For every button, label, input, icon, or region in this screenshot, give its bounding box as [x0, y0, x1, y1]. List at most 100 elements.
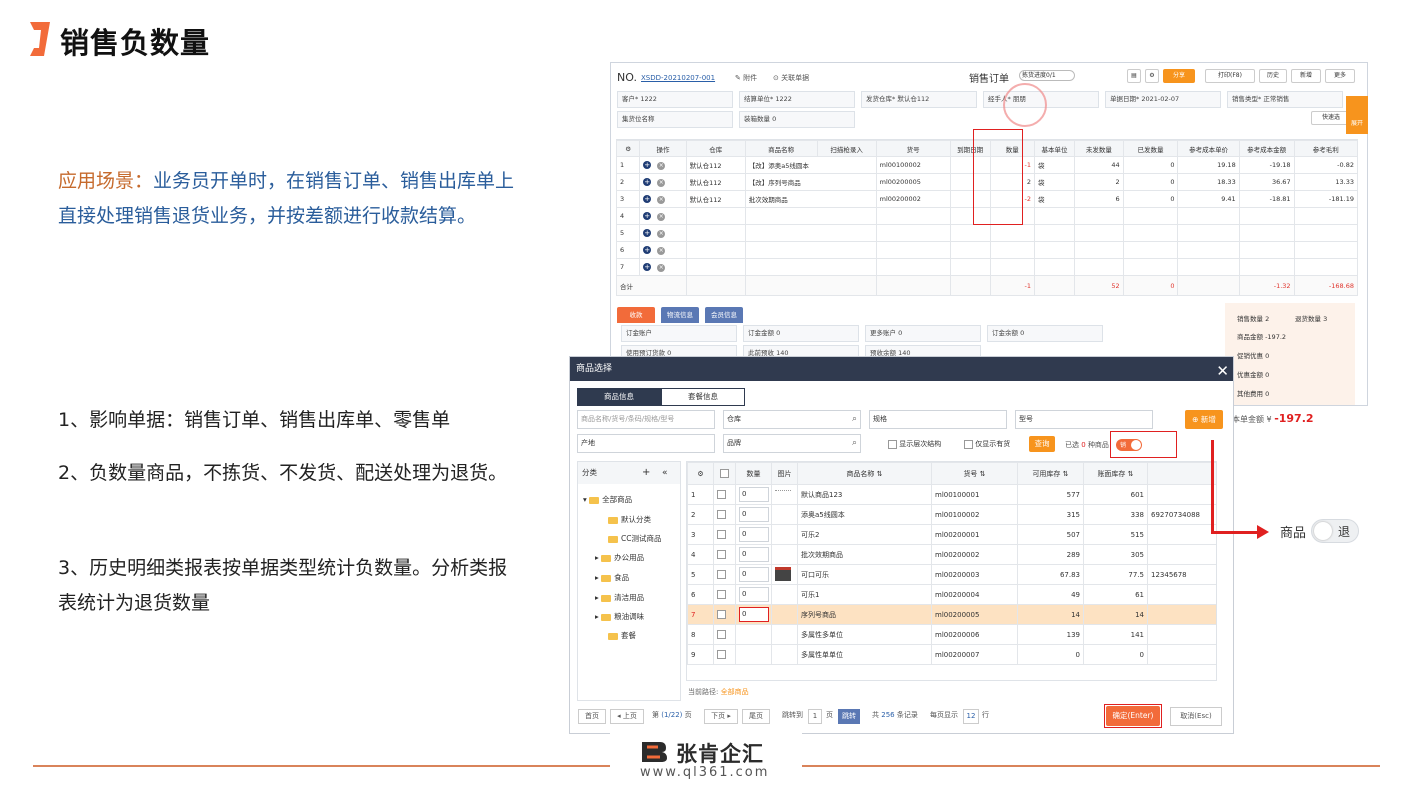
- add-row-icon[interactable]: +: [643, 194, 652, 203]
- sales-type-field[interactable]: 销售类型* 正常销售: [1227, 91, 1343, 108]
- jump-page-input[interactable]: 1: [808, 709, 822, 724]
- table-row[interactable]: 8 多属性多单位 ml00200006 139 141: [687, 624, 1216, 645]
- table-row[interactable]: 6 0 可乐1 ml00200004 49 61: [687, 584, 1216, 605]
- delete-row-icon[interactable]: ×: [657, 246, 666, 255]
- share-button[interactable]: 分享: [1163, 69, 1195, 83]
- tab-goods-info[interactable]: 商品信息: [577, 388, 661, 406]
- table-row[interactable]: 9 多属性单单位 ml00200007 0 0: [687, 644, 1216, 665]
- new-product-button[interactable]: ⊕ 新增: [1185, 410, 1223, 429]
- row-checkbox[interactable]: [717, 550, 726, 559]
- order-account-field[interactable]: 订金账户: [621, 325, 737, 342]
- delete-row-icon[interactable]: ×: [657, 229, 666, 238]
- add-category-icon[interactable]: +: [642, 462, 650, 484]
- tree-item-office[interactable]: ▸ 办公用品: [595, 552, 644, 563]
- qty-cell[interactable]: [735, 624, 772, 645]
- order-no-link[interactable]: XSDD-20210207-001: [641, 74, 715, 82]
- per-page-input[interactable]: 12: [963, 709, 979, 724]
- last-page-button[interactable]: 尾页: [742, 709, 770, 724]
- tree-item-food[interactable]: ▸ 食品: [595, 572, 629, 583]
- delete-row-icon[interactable]: ×: [657, 263, 666, 272]
- col-header[interactable]: 账面库存 ⇅: [1083, 462, 1148, 485]
- row-checkbox[interactable]: [717, 570, 726, 579]
- cell-name[interactable]: 【改】添奥a5线圆本: [744, 156, 877, 174]
- add-row-icon[interactable]: +: [643, 228, 652, 237]
- origin-input[interactable]: 产地: [577, 434, 715, 453]
- quick-select-button[interactable]: 快速选: [1311, 111, 1351, 125]
- add-row-icon[interactable]: +: [643, 262, 652, 271]
- jump-button[interactable]: 跳转: [838, 709, 860, 724]
- cell-name[interactable]: 【改】序列号商品: [744, 173, 877, 191]
- spec-input[interactable]: 规格: [869, 410, 1007, 429]
- col-header[interactable]: 商品名称 ⇅: [797, 462, 932, 485]
- first-page-button[interactable]: 首页: [578, 709, 606, 724]
- row-checkbox[interactable]: [717, 590, 726, 599]
- cell-warehouse[interactable]: 默认仓112: [685, 156, 746, 174]
- settle-unit-field[interactable]: 结算单位* 1222: [739, 91, 855, 108]
- add-row-icon[interactable]: +: [643, 177, 652, 186]
- show-tree-checkbox[interactable]: 显示层次结构: [888, 439, 941, 449]
- table-row[interactable]: 6 + ×: [615, 241, 1359, 259]
- order-amount-field[interactable]: 订金金额 0: [743, 325, 859, 342]
- attachment-link[interactable]: ✎ 附件: [735, 73, 757, 83]
- warehouse-field[interactable]: 发货仓库* 默认仓112: [861, 91, 977, 108]
- delete-row-icon[interactable]: ×: [657, 212, 666, 221]
- next-page-button[interactable]: 下页 ▸: [704, 709, 738, 724]
- tree-item-combo[interactable]: 套餐: [608, 630, 636, 641]
- tree-item-default[interactable]: 默认分类: [608, 514, 651, 525]
- table-row[interactable]: 5 0 可口可乐 ml00200003 67.83 77.5 12345678: [687, 564, 1216, 585]
- table-row[interactable]: 4 0 批次效期商品 ml00200002 289 305: [687, 544, 1216, 565]
- qty-input[interactable]: 0: [739, 587, 769, 602]
- cargo-field[interactable]: 集货位名称: [617, 111, 733, 128]
- tab-payment[interactable]: 收款: [617, 307, 655, 323]
- more-button[interactable]: 更多: [1325, 69, 1355, 83]
- box-qty-field[interactable]: 装箱数量 0: [739, 111, 855, 128]
- qty-input[interactable]: 0: [739, 567, 769, 582]
- tab-combo-info[interactable]: 套餐信息: [661, 388, 745, 406]
- delete-row-icon[interactable]: ×: [657, 161, 666, 170]
- add-row-icon[interactable]: +: [643, 245, 652, 254]
- row-checkbox[interactable]: [717, 510, 726, 519]
- tab-logistics[interactable]: 物流信息: [661, 307, 699, 323]
- cell-name[interactable]: 批次效期商品: [744, 190, 877, 208]
- gear-icon[interactable]: ⚙: [625, 145, 631, 153]
- collapse-icon[interactable]: «: [662, 462, 668, 484]
- cancel-button[interactable]: 取消(Esc): [1170, 707, 1222, 726]
- search-input[interactable]: 商品名称/货号/条码/规格/型号: [577, 410, 715, 429]
- brand-select[interactable]: 品牌 ⌕: [723, 434, 861, 453]
- order-balance-field[interactable]: 订金余额 0: [987, 325, 1103, 342]
- cell-warehouse[interactable]: 默认仓112: [685, 173, 746, 191]
- print-button[interactable]: 打印(F8): [1205, 69, 1255, 83]
- delete-row-icon[interactable]: ×: [657, 178, 666, 187]
- table-row[interactable]: 7 + ×: [615, 258, 1359, 276]
- model-input[interactable]: 型号: [1015, 410, 1153, 429]
- table-row[interactable]: 5 + ×: [615, 224, 1359, 242]
- col-header[interactable]: 可用库存 ⇅: [1017, 462, 1084, 485]
- only-stock-checkbox[interactable]: 仅显示有货: [964, 439, 1010, 449]
- cell-warehouse[interactable]: 默认仓112: [685, 190, 746, 208]
- tree-item-cc[interactable]: CC测试商品: [608, 533, 661, 544]
- table-row[interactable]: 1 0 默认商品123 ml00100001 577 601: [687, 484, 1216, 505]
- prev-page-button[interactable]: ◂ 上页: [610, 709, 644, 724]
- settings-button[interactable]: ⚙: [1145, 69, 1159, 83]
- close-icon[interactable]: ✕: [1216, 359, 1229, 383]
- more-account-field[interactable]: 更多账户 0: [865, 325, 981, 342]
- add-row-icon[interactable]: +: [643, 211, 652, 220]
- tree-item-all[interactable]: ▾ 全部商品: [583, 494, 632, 505]
- qty-input[interactable]: 0: [739, 507, 769, 522]
- gear-icon[interactable]: ⚙: [697, 470, 703, 478]
- tree-item-grain[interactable]: ▸ 粮油调味: [595, 611, 644, 622]
- warehouse-select[interactable]: 仓库 ⌕: [723, 410, 861, 429]
- product-thumbnail[interactable]: [775, 566, 791, 581]
- callout-return-toggle[interactable]: 退: [1311, 519, 1359, 543]
- row-checkbox[interactable]: [717, 490, 726, 499]
- row-checkbox[interactable]: [717, 630, 726, 639]
- side-expand-tab[interactable]: 展开: [1346, 96, 1368, 134]
- query-button[interactable]: 查询: [1029, 436, 1055, 452]
- history-button[interactable]: 历史: [1259, 69, 1287, 83]
- tree-item-cleaning[interactable]: ▸ 清洁用品: [595, 592, 644, 603]
- qty-input[interactable]: 0: [739, 547, 769, 562]
- table-row[interactable]: 2 0 添奥a5线圆本 ml00100002 315 338 692707340…: [687, 504, 1216, 525]
- barcode-button[interactable]: ▤: [1127, 69, 1141, 83]
- col-header[interactable]: 货号 ⇅: [931, 462, 1018, 485]
- delete-row-icon[interactable]: ×: [657, 195, 666, 204]
